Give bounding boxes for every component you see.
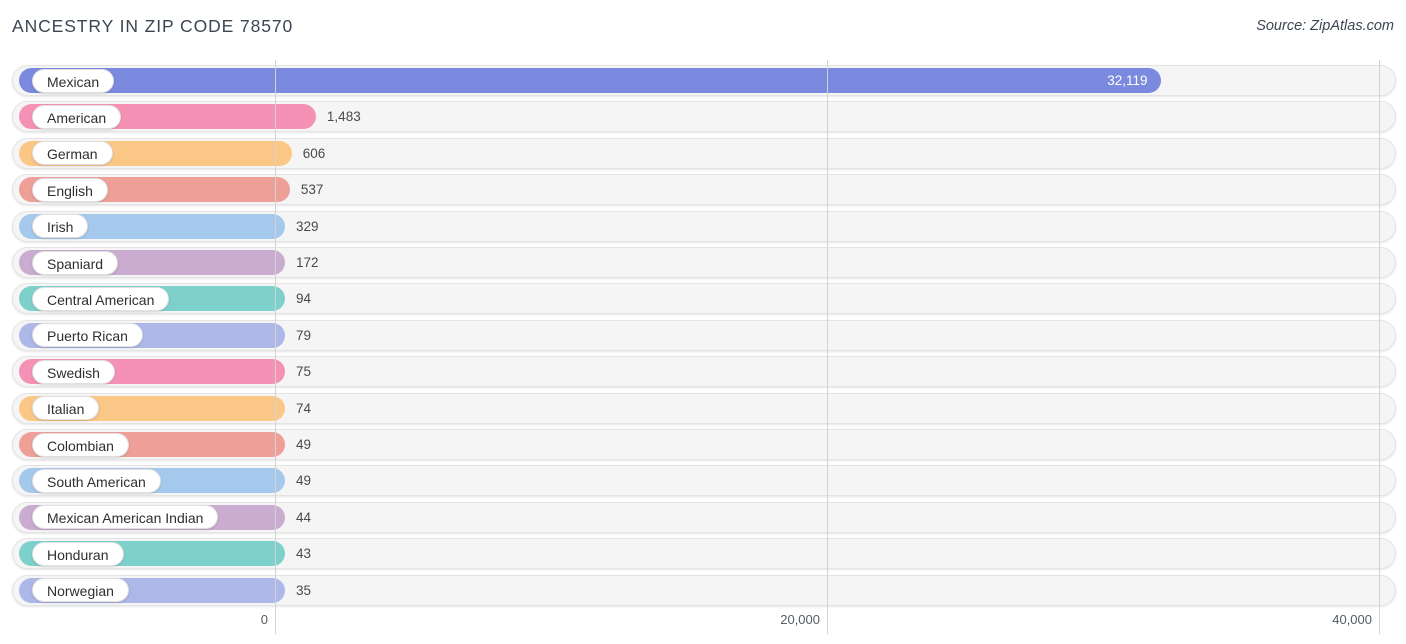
bar-value: 49	[296, 473, 312, 489]
category-label[interactable]: English	[32, 177, 108, 202]
category-label[interactable]: South American	[32, 468, 161, 493]
x-tick-mark	[275, 608, 276, 634]
bar-row[interactable]: 74 Italian	[12, 392, 1396, 424]
category-label[interactable]: Swedish	[32, 359, 115, 384]
page-title: ANCESTRY IN ZIP CODE 78570	[12, 16, 294, 36]
x-tick-mark	[1379, 608, 1380, 634]
bar-value: 94	[296, 291, 312, 307]
bar-row[interactable]: 79 Puerto Rican	[12, 319, 1396, 351]
x-tick-label: 20,000	[780, 612, 820, 627]
bar-row[interactable]: 94 Central American	[12, 283, 1396, 315]
bar-value: 32,119	[1107, 73, 1148, 88]
source-attribution: Source: ZipAtlas.com	[1256, 18, 1394, 34]
bar-value: 75	[296, 364, 312, 380]
category-label[interactable]: American	[32, 104, 122, 129]
bar-row[interactable]: 1,483 American	[12, 101, 1396, 133]
category-label[interactable]: Mexican	[32, 68, 115, 93]
bar-value: 49	[296, 437, 312, 452]
bar-value: 44	[296, 509, 312, 525]
x-tick-label: 0	[260, 612, 268, 627]
x-tick-mark	[827, 608, 828, 634]
bar-row[interactable]: 35 Norwegian	[12, 574, 1396, 606]
category-label[interactable]: Mexican American Indian	[32, 505, 219, 530]
bar-row[interactable]: 329 Irish	[12, 210, 1396, 242]
category-label[interactable]: Puerto Rican	[32, 323, 143, 348]
category-label[interactable]: Honduran	[32, 541, 124, 566]
bar-value: 606	[302, 145, 326, 161]
bar[interactable]: 32,119	[19, 68, 1162, 93]
category-label[interactable]: Colombian	[32, 432, 129, 457]
bar-row[interactable]: 43 Honduran	[12, 538, 1396, 570]
category-label[interactable]: Irish	[32, 214, 89, 239]
bar-value: 35	[296, 582, 312, 598]
plot-area: 32,119 Mexican 1,483 American 606 German 537 En…	[0, 60, 1406, 608]
bar-row[interactable]: 49 Colombian	[12, 429, 1396, 460]
category-label[interactable]: Central American	[32, 286, 170, 311]
bar-row[interactable]: 32,119 Mexican	[12, 65, 1396, 96]
gridline-20000	[827, 60, 828, 608]
bar-value: 537	[300, 182, 324, 198]
bar-value: 43	[296, 546, 312, 562]
bar-value: 329	[296, 218, 319, 234]
gridline-40000	[1379, 60, 1380, 608]
bar-value: 172	[296, 255, 319, 270]
bar-row[interactable]: 44 Mexican American Indian	[12, 501, 1396, 533]
category-label[interactable]: Norwegian	[32, 578, 129, 603]
bar-value: 79	[296, 327, 312, 343]
bar-row[interactable]: 49 South American	[12, 465, 1396, 497]
bar-value: 1,483	[326, 109, 361, 125]
category-label[interactable]: Italian	[32, 396, 100, 421]
bar-row[interactable]: 537 English	[12, 174, 1396, 206]
category-label[interactable]: Spaniard	[32, 250, 119, 275]
category-label[interactable]: German	[32, 141, 113, 166]
bar-value: 74	[296, 400, 312, 416]
bar-row[interactable]: 75 Swedish	[12, 356, 1396, 388]
gridline-0	[275, 60, 276, 608]
x-tick-label: 40,000	[1332, 612, 1372, 627]
bar-row[interactable]: 172 Spaniard	[12, 247, 1396, 278]
x-axis: 0 20,000 40,000	[0, 608, 1406, 644]
bar-row[interactable]: 606 German	[12, 137, 1396, 169]
chart-page: ANCESTRY IN ZIP CODE 78570 Source: ZipAt…	[0, 0, 1406, 644]
